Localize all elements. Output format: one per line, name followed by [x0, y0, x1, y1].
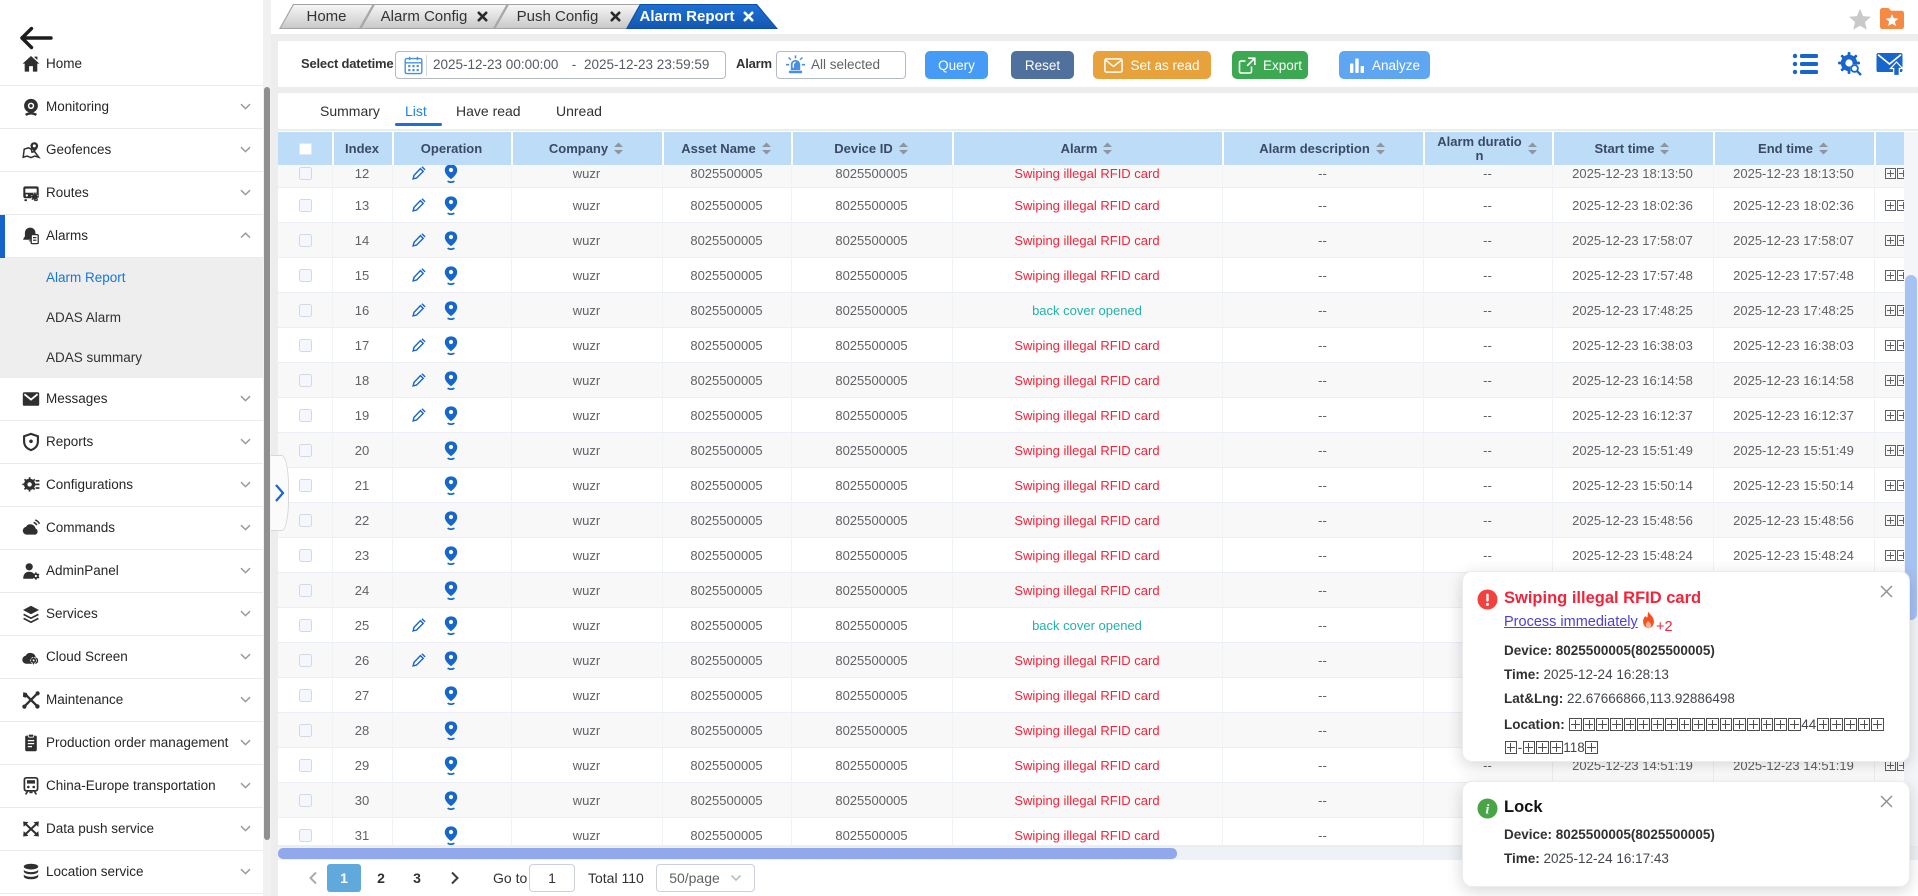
- svg-text:i: i: [1486, 803, 1490, 818]
